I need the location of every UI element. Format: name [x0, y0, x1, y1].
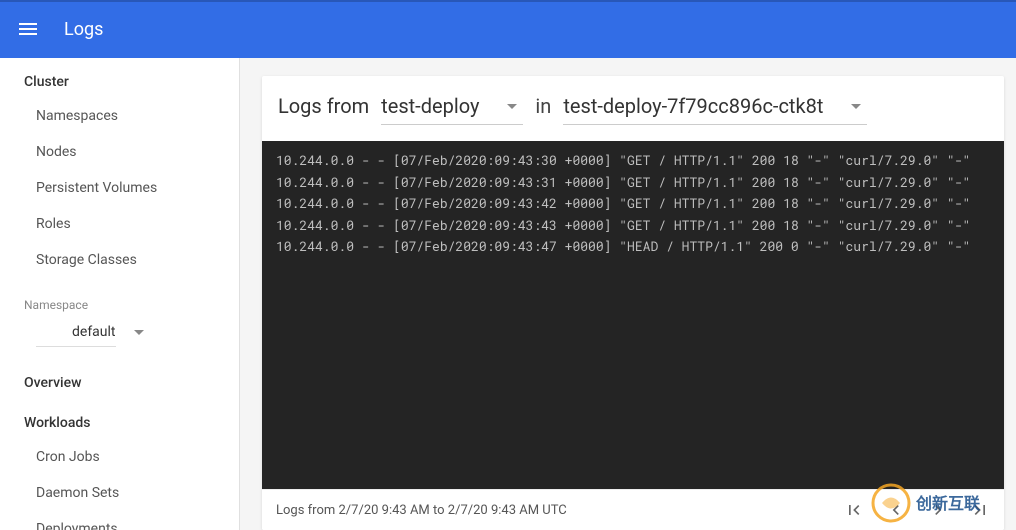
header-top-line: [0, 0, 1016, 2]
sidebar: Cluster Namespaces Nodes Persistent Volu…: [0, 58, 240, 530]
namespace-select[interactable]: default: [36, 318, 116, 347]
sidebar-section-workloads[interactable]: Workloads: [0, 399, 239, 439]
logs-in-label: in: [535, 94, 551, 118]
log-output[interactable]: 10.244.0.0 - - [07/Feb/2020:09:43:30 +00…: [262, 141, 1004, 489]
app-header: Logs: [0, 0, 1016, 58]
page-title: Logs: [64, 19, 103, 40]
sidebar-section-overview[interactable]: Overview: [0, 359, 239, 399]
sidebar-item-storage-classes[interactable]: Storage Classes: [0, 242, 239, 278]
sidebar-item-cron-jobs[interactable]: Cron Jobs: [0, 439, 239, 475]
logs-footer: Logs from 2/7/20 9:43 AM to 2/7/20 9:43 …: [262, 489, 1004, 530]
main-content: Logs from test-deploy in test-deploy-7f7…: [240, 58, 1016, 530]
logs-time-range: Logs from 2/7/20 9:43 AM to 2/7/20 9:43 …: [276, 503, 567, 518]
sidebar-item-roles[interactable]: Roles: [0, 206, 239, 242]
sidebar-item-deployments[interactable]: Deployments: [0, 511, 239, 530]
last-page-icon[interactable]: [970, 500, 990, 520]
main-layout: Cluster Namespaces Nodes Persistent Volu…: [0, 58, 1016, 530]
logs-from-label: Logs from: [278, 94, 369, 118]
sidebar-item-persistent-volumes[interactable]: Persistent Volumes: [0, 170, 239, 206]
logs-header: Logs from test-deploy in test-deploy-7f7…: [262, 76, 1004, 141]
log-pod-select[interactable]: test-deploy-7f79cc896c-ctk8t: [563, 94, 867, 125]
logs-panel: Logs from test-deploy in test-deploy-7f7…: [262, 76, 1004, 530]
pagination-controls: [844, 500, 990, 520]
first-page-icon[interactable]: [844, 500, 864, 520]
log-source-value: test-deploy: [381, 94, 479, 118]
next-page-icon[interactable]: [928, 500, 948, 520]
prev-page-icon[interactable]: [886, 500, 906, 520]
chevron-down-icon: [134, 330, 144, 335]
log-line: 10.244.0.0 - - [07/Feb/2020:09:43:43 +00…: [276, 216, 990, 236]
log-line: 10.244.0.0 - - [07/Feb/2020:09:43:47 +00…: [276, 237, 990, 257]
sidebar-item-namespaces[interactable]: Namespaces: [0, 98, 239, 134]
namespace-value: default: [72, 324, 116, 340]
namespace-field-label: Namespace: [0, 278, 239, 316]
namespace-select-wrap: default: [0, 316, 239, 359]
sidebar-item-nodes[interactable]: Nodes: [0, 134, 239, 170]
log-line: 10.244.0.0 - - [07/Feb/2020:09:43:31 +00…: [276, 173, 990, 193]
log-pod-value: test-deploy-7f79cc896c-ctk8t: [563, 94, 823, 118]
sidebar-item-daemon-sets[interactable]: Daemon Sets: [0, 475, 239, 511]
log-line: 10.244.0.0 - - [07/Feb/2020:09:43:42 +00…: [276, 194, 990, 214]
log-source-select[interactable]: test-deploy: [381, 94, 523, 125]
chevron-down-icon: [507, 104, 517, 109]
hamburger-menu-icon[interactable]: [16, 17, 40, 41]
chevron-down-icon: [851, 104, 861, 109]
sidebar-section-cluster[interactable]: Cluster: [0, 58, 239, 98]
log-line: 10.244.0.0 - - [07/Feb/2020:09:43:30 +00…: [276, 151, 990, 171]
